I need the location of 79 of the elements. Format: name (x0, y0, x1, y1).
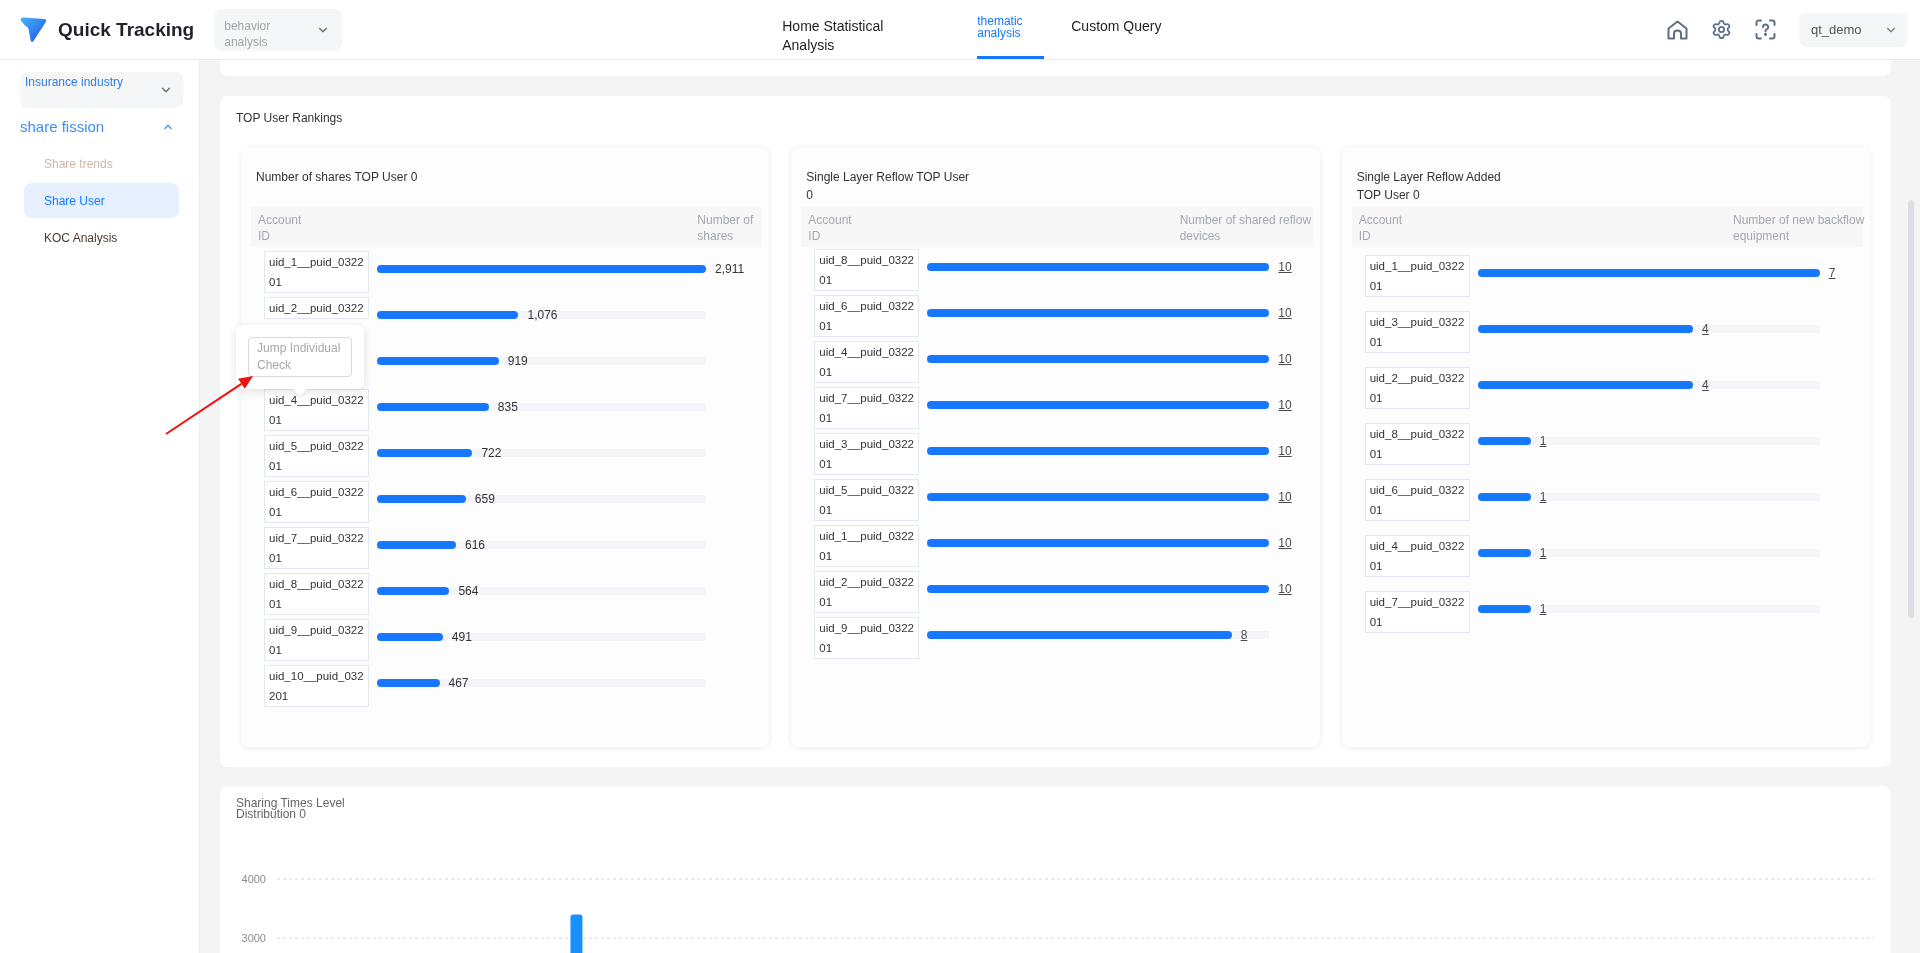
value-text: 2,911 (715, 262, 745, 276)
account-id-tag[interactable]: uid_3__puid_032201 (814, 433, 920, 475)
value-text: 616 (464, 538, 485, 552)
section-title: TOP User Rankings (236, 110, 344, 127)
card-title: Single Layer Reflow Added TOP User 0 (1355, 169, 1502, 204)
settings-icon (1711, 19, 1732, 40)
account-id-tag[interactable]: uid_2__puid_032201 (1364, 367, 1470, 409)
value-text: 919 (507, 354, 528, 368)
value-text: 659 (474, 492, 495, 506)
value-link[interactable]: 1 (1539, 490, 1547, 504)
account-id-tag[interactable]: uid_7__puid_032201 (1364, 591, 1470, 633)
account-id-tag[interactable]: uid_9__puid_032201 (264, 619, 369, 661)
chart-title: Sharing Times Level Distribution 0 (235, 795, 346, 820)
value-text: 835 (497, 400, 518, 414)
account-id-tag[interactable]: uid_10__puid_032201 (264, 665, 369, 707)
column-header: Account ID (258, 212, 303, 244)
account-id-tag[interactable]: uid_2__puid_0322 (264, 297, 369, 319)
help-button[interactable] (1755, 19, 1776, 40)
account-id-tag[interactable]: uid_1__puid_032201 (814, 525, 920, 567)
account-id-tag[interactable]: uid_6__puid_032201 (814, 295, 920, 337)
value-link[interactable]: 10 (1278, 306, 1292, 320)
chart-bar (570, 914, 583, 953)
menu-item[interactable]: KOC Analysis (24, 220, 179, 255)
value-link[interactable]: 10 (1278, 444, 1292, 458)
column-header: Number of shared reflow devices (1179, 212, 1313, 244)
value-link[interactable]: 10 (1278, 260, 1292, 274)
value-link[interactable]: 4 (1702, 378, 1709, 392)
value-link[interactable]: 8 (1240, 628, 1248, 642)
value-link[interactable]: 10 (1278, 398, 1292, 412)
account-id-tag[interactable]: uid_1__puid_032201 (1364, 255, 1470, 297)
home-icon (1667, 19, 1688, 40)
menu-item[interactable]: Share User (24, 183, 179, 218)
user-select[interactable]: qt_demo (1799, 12, 1908, 47)
account-id-tag[interactable]: uid_6__puid_032201 (264, 481, 369, 523)
account-id-tag[interactable]: uid_2__puid_032201 (814, 571, 920, 613)
nav-tab[interactable]: Home Statistical Analysis (782, 0, 905, 59)
value-text: 722 (481, 446, 502, 460)
help-icon (1755, 19, 1776, 40)
value-text: 491 (451, 630, 472, 644)
account-id-tag[interactable]: uid_4__puid_032201 (814, 341, 920, 383)
value-link[interactable]: 4 (1702, 322, 1709, 336)
account-id-tag[interactable]: uid_8__puid_032201 (1364, 423, 1470, 465)
account-id-tag[interactable]: uid_4__puid_032201 (264, 389, 369, 431)
column-header: Number of shares (697, 212, 755, 244)
value-link[interactable]: 10 (1278, 352, 1292, 366)
column-header: Account ID (808, 212, 853, 244)
home-button[interactable] (1667, 19, 1688, 40)
account-id-tag[interactable]: uid_7__puid_032201 (264, 527, 369, 569)
account-id-tag[interactable]: uid_7__puid_032201 (814, 387, 920, 429)
logo-text: Quick Tracking (58, 18, 195, 41)
value-link[interactable]: 10 (1278, 582, 1292, 596)
value-link[interactable]: 10 (1278, 536, 1292, 550)
value-text: 467 (448, 676, 469, 690)
card-title: Single Layer Reflow TOP User 0 (805, 169, 971, 204)
value-text: 564 (458, 584, 479, 598)
value-link[interactable]: 1 (1539, 602, 1547, 616)
value-link[interactable]: 10 (1278, 490, 1292, 504)
account-id-tag[interactable]: uid_6__puid_032201 (1364, 479, 1470, 521)
axis-tick-label: 4000 (241, 873, 266, 885)
account-id-tag[interactable]: uid_5__puid_032201 (814, 479, 920, 521)
account-id-tag[interactable]: uid_8__puid_032201 (814, 249, 920, 291)
axis-tick-label: 3000 (241, 932, 266, 945)
account-id-tag[interactable]: uid_9__puid_032201 (814, 617, 920, 659)
card-title: Number of shares TOP User 0 (255, 169, 419, 186)
settings-button[interactable] (1711, 19, 1732, 40)
value-link[interactable]: 7 (1828, 266, 1836, 280)
value-link[interactable]: 1 (1539, 434, 1547, 448)
account-id-tag[interactable]: uid_1__puid_032201 (264, 251, 369, 293)
nav-tab[interactable]: Custom Query (1071, 0, 1162, 59)
industry-select[interactable]: Insurance industry (20, 72, 183, 108)
value-text: 1,076 (527, 308, 558, 322)
account-id-tag[interactable]: uid_5__puid_032201 (264, 435, 369, 477)
column-header: Account ID (1358, 212, 1403, 244)
logo-icon (20, 16, 47, 43)
account-id-tag[interactable]: uid_8__puid_032201 (264, 573, 369, 615)
account-id-tag[interactable]: uid_4__puid_032201 (1364, 535, 1470, 577)
value-link[interactable]: 1 (1539, 546, 1547, 560)
column-header: Number of new backflow equipment (1733, 212, 1866, 244)
account-id-tag[interactable]: uid_3__puid_032201 (1364, 311, 1470, 353)
